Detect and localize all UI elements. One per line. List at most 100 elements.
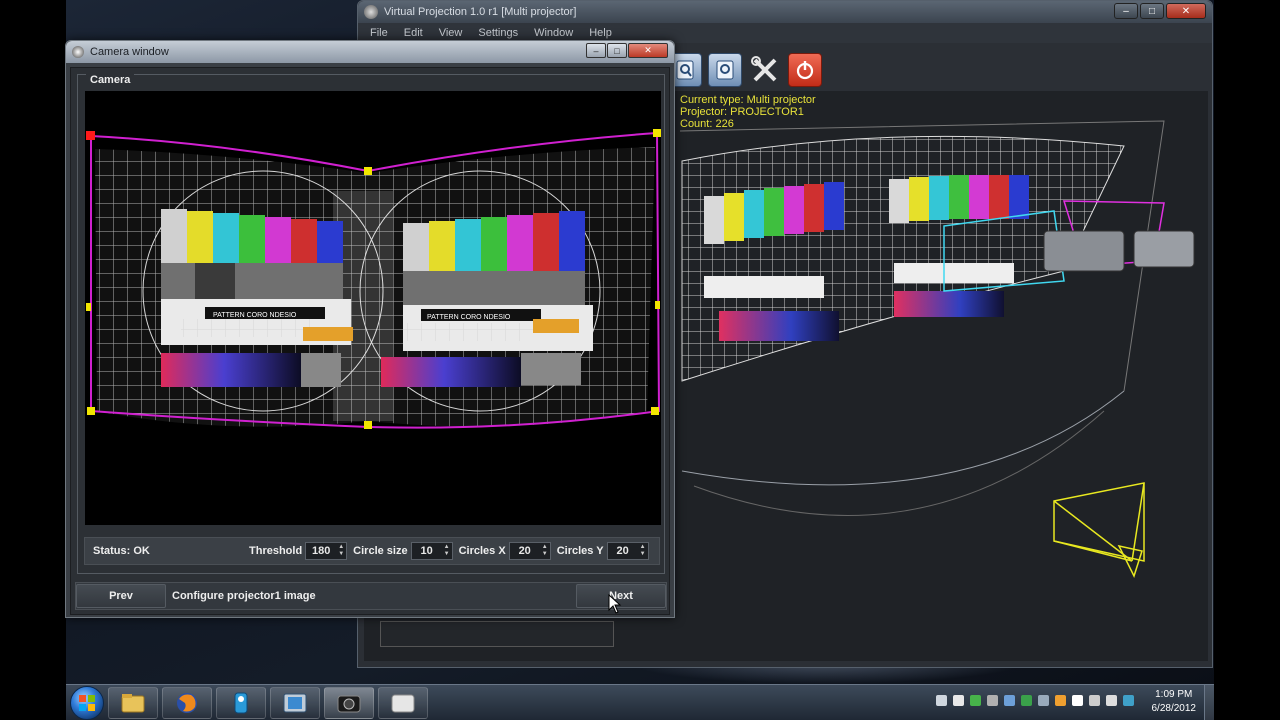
projector-info: Current type: Multi projector Projector:… (680, 94, 816, 130)
viewer-icon (391, 694, 415, 712)
camera-image: PATTERN CORO NDESIO PATTERN CORO NDESIO (86, 129, 661, 429)
circles-y-control: Circles Y 20 ▲ ▼ (557, 542, 649, 560)
circle-size-spinbox[interactable]: 10 ▲ ▼ (410, 542, 453, 560)
threshold-value[interactable]: 180 (306, 545, 336, 557)
power-button[interactable] (788, 53, 822, 87)
taskbar-explorer[interactable] (108, 686, 158, 719)
tray-icon-2[interactable] (953, 695, 964, 706)
edge-handle-left[interactable] (86, 303, 91, 311)
corner-handle-top-right[interactable] (653, 129, 661, 137)
circle-size-arrows[interactable]: ▲ ▼ (442, 544, 452, 558)
corner-handle-bottom-left[interactable] (87, 407, 95, 415)
circle-size-value[interactable]: 10 (412, 545, 442, 557)
taskbar-virtual-projection[interactable] (270, 686, 320, 719)
status-label: Status: OK (93, 545, 150, 557)
camera-window-title: Camera window (90, 46, 169, 58)
corner-handle-bottom-right[interactable] (651, 407, 659, 415)
menu-help[interactable]: Help (589, 27, 612, 39)
key-manager-icon (234, 692, 248, 713)
action-center-icon[interactable] (1072, 695, 1083, 706)
taskbar-key-manager[interactable] (216, 686, 266, 719)
menu-edit[interactable]: Edit (404, 27, 423, 39)
windows-logo-icon (79, 694, 95, 711)
projector-view-button[interactable] (708, 53, 742, 87)
tray-icon-7[interactable] (1038, 695, 1049, 706)
show-desktop-button[interactable] (1204, 685, 1214, 720)
tray-icon-6[interactable] (1021, 695, 1032, 706)
main-window-titlebar[interactable]: Virtual Projection 1.0 r1 [Multi project… (358, 1, 1212, 23)
clock[interactable]: 1:09 PM 6/28/2012 (1152, 688, 1197, 716)
clock-date: 6/28/2012 (1151, 703, 1197, 714)
taskbar: 1:09 PM 6/28/2012 (66, 684, 1214, 720)
corner-handle-top-left[interactable] (86, 131, 95, 140)
menu-view[interactable]: View (439, 27, 463, 39)
info-projector: Projector: PROJECTOR1 (680, 106, 804, 118)
projector-view-icon (716, 60, 734, 80)
letterbox-left (0, 0, 66, 720)
pattern-text-left: PATTERN CORO NDESIO (213, 312, 297, 319)
tray-icon-1[interactable] (936, 695, 947, 706)
system-tray (936, 695, 1134, 706)
camera-gizmo[interactable] (1053, 482, 1145, 578)
edge-handle-right[interactable] (655, 301, 660, 309)
circles-x-value[interactable]: 20 (510, 545, 540, 557)
menu-settings[interactable]: Settings (478, 27, 518, 39)
info-type: Current type: Multi projector (680, 94, 816, 106)
tray-icon-8[interactable] (1055, 695, 1066, 706)
menu-window[interactable]: Window (534, 27, 573, 39)
tools-button[interactable] (748, 53, 782, 87)
info-count: Count: 226 (680, 118, 734, 130)
threshold-control: Threshold 180 ▲ ▼ (249, 542, 348, 560)
taskbar-viewer[interactable] (378, 686, 428, 719)
app-icon (364, 5, 378, 19)
letterbox-right (1214, 0, 1280, 720)
tray-icon-3[interactable] (970, 695, 981, 706)
camera-group: Camera PATTERN CORO NDESIO PATTERN CORO … (77, 74, 665, 574)
camera-maximize-button[interactable]: □ (607, 43, 627, 58)
tools-icon (751, 56, 777, 82)
virtual-projection-icon (283, 693, 307, 712)
camera-view[interactable]: PATTERN CORO NDESIO PATTERN CORO NDESIO (85, 91, 661, 525)
threshold-label: Threshold (249, 545, 303, 557)
close-button[interactable]: ✕ (1166, 3, 1206, 19)
circles-y-value[interactable]: 20 (608, 545, 638, 557)
main-window-controls: – □ ✕ (1114, 3, 1206, 19)
camera-app-icon (337, 695, 361, 712)
maximize-button[interactable]: □ (1140, 3, 1164, 19)
edge-handle-bottom[interactable] (364, 421, 372, 429)
taskbar-camera-app[interactable] (324, 686, 374, 719)
circles-x-arrows[interactable]: ▲ ▼ (540, 544, 550, 558)
volume-icon[interactable] (1123, 695, 1134, 706)
circle-size-control: Circle size 10 ▲ ▼ (353, 542, 453, 560)
minimize-button[interactable]: – (1114, 3, 1138, 19)
circles-y-arrows[interactable]: ▲ ▼ (638, 544, 648, 558)
circles-x-control: Circles X 20 ▲ ▼ (459, 542, 551, 560)
camera-test-pattern-left: PATTERN CORO NDESIO (161, 209, 353, 387)
circle-size-label: Circle size (353, 545, 408, 557)
camera-minimize-button[interactable]: – (586, 43, 606, 58)
threshold-arrows[interactable]: ▲ ▼ (336, 544, 346, 558)
clock-time: 1:09 PM (1155, 689, 1193, 700)
circles-y-label: Circles Y (556, 545, 604, 557)
camera-window-titlebar[interactable]: Camera window – □ ✕ (66, 41, 674, 63)
camera-window-icon (72, 46, 84, 58)
prev-button[interactable]: Prev (76, 584, 166, 608)
tray-icon-5[interactable] (1004, 695, 1015, 706)
edge-handle-top[interactable] (364, 167, 372, 175)
camera-window-controls: – □ ✕ (586, 43, 668, 58)
tray-icon-10[interactable] (1089, 695, 1100, 706)
camera-close-button[interactable]: ✕ (628, 43, 668, 58)
taskbar-firefox[interactable] (162, 686, 212, 719)
threshold-spinbox[interactable]: 180 ▲ ▼ (305, 542, 348, 560)
windows-explorer-icon (121, 693, 145, 712)
circles-x-spinbox[interactable]: 20 ▲ ▼ (508, 542, 551, 560)
wizard-navigation: Prev Configure projector1 image Next (75, 582, 667, 610)
network-icon[interactable] (1106, 695, 1117, 706)
menu-file[interactable]: File (370, 27, 388, 39)
camera-test-pattern-right: PATTERN CORO NDESIO (381, 211, 593, 387)
main-window-panel (380, 621, 614, 647)
tray-icon-4[interactable] (987, 695, 998, 706)
start-button[interactable] (70, 685, 104, 720)
camera-window: Camera window – □ ✕ Camera PATTERN CORO … (65, 40, 675, 618)
circles-y-spinbox[interactable]: 20 ▲ ▼ (606, 542, 649, 560)
